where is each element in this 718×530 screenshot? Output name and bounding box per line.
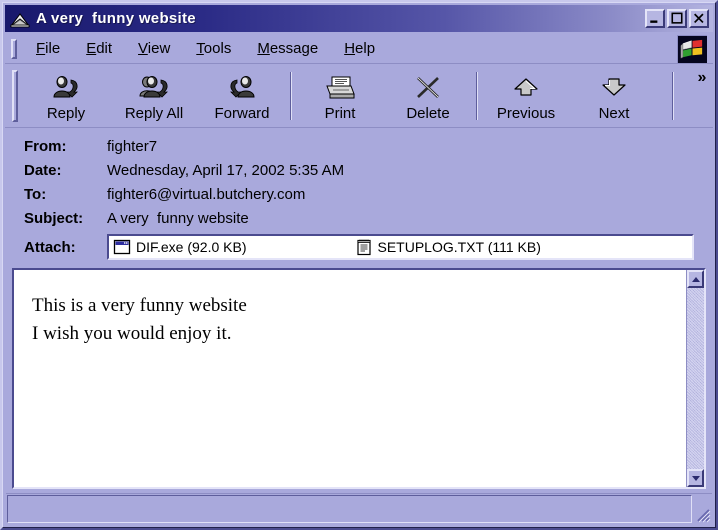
forward-icon	[224, 72, 260, 104]
windows-flag-icon[interactable]	[677, 34, 707, 63]
message-body-panel: This is a very funny website I wish you …	[12, 268, 706, 489]
to-label: To:	[24, 185, 47, 203]
attachment-name-1: DIF.exe (92.0 KB)	[136, 239, 247, 255]
message-body-text: This is a very funny website I wish you …	[14, 270, 686, 487]
scroll-up-arrow-icon	[691, 276, 700, 282]
next-button-label: Next	[598, 105, 630, 122]
application-window-icon	[113, 239, 131, 255]
attachment-item-setuplog-txt[interactable]: SETUPLOG.TXT (111 KB)	[351, 236, 541, 258]
next-button[interactable]: Next	[570, 65, 658, 127]
from-label: From:	[24, 137, 67, 155]
reply-all-button-label: Reply All	[124, 105, 184, 122]
print-button-label: Print	[324, 105, 356, 122]
to-value: fighter6@virtual.butchery.com	[107, 185, 306, 203]
header-row-to: To: fighter6@virtual.butchery.com	[3, 182, 715, 206]
from-value: fighter7	[107, 137, 158, 155]
outlook-express-message-window: A very funny website File Edit View Tool…	[0, 0, 718, 530]
attach-label: Attach:	[24, 238, 76, 256]
date-label: Date:	[24, 161, 62, 179]
forward-button-label: Forward	[214, 105, 270, 122]
reply-button-label: Reply	[46, 105, 86, 122]
window-title: A very funny website	[36, 10, 196, 27]
toolbar-drag-handle[interactable]	[12, 70, 18, 122]
status-text	[7, 495, 692, 523]
window-frame: A very funny website File Edit View Tool…	[0, 0, 718, 530]
reply-all-button[interactable]: Reply All	[110, 65, 198, 127]
window-inner: A very funny website File Edit View Tool…	[2, 2, 716, 528]
menu-item-message[interactable]: Message	[244, 37, 331, 60]
toolbar-separator-1	[290, 72, 292, 120]
delete-button-label: Delete	[406, 105, 450, 122]
header-row-subject: Subject: A very funny website	[3, 206, 715, 230]
window-controls	[645, 9, 709, 28]
printer-icon	[322, 72, 358, 104]
up-arrow-icon	[508, 72, 544, 104]
minimize-button[interactable]	[645, 9, 665, 28]
menubar-drag-handle[interactable]	[11, 38, 17, 59]
attachment-name-2: SETUPLOG.TXT (111 KB)	[377, 239, 541, 255]
reply-button[interactable]: Reply	[22, 65, 110, 127]
header-row-from: From: fighter7	[3, 134, 715, 158]
menu-item-tools[interactable]: Tools	[183, 37, 244, 60]
title-bar[interactable]: A very funny website	[5, 5, 713, 32]
previous-button-label: Previous	[496, 105, 556, 122]
forward-button[interactable]: Forward	[198, 65, 286, 127]
menu-item-view[interactable]: View	[125, 37, 183, 60]
message-header-panel: From: fighter7 Date: Wednesday, April 17…	[3, 128, 715, 266]
menu-bar: File Edit View Tools Message Help	[5, 34, 713, 64]
body-vertical-scrollbar[interactable]	[686, 270, 704, 487]
down-arrow-icon	[596, 72, 632, 104]
subject-value: A very funny website	[107, 209, 249, 227]
toolbar: Reply Reply All Forward Print Delete Pre…	[5, 65, 713, 128]
attachment-list[interactable]: DIF.exe (92.0 KB) SETUPLOG.TXT (111 KB)	[107, 234, 694, 260]
scroll-down-button[interactable]	[687, 469, 704, 487]
maximize-button[interactable]	[667, 9, 687, 28]
previous-button[interactable]: Previous	[482, 65, 570, 127]
status-bar	[6, 493, 712, 524]
toolbar-separator-3	[671, 72, 674, 120]
close-button[interactable]	[689, 9, 709, 28]
menu-item-edit[interactable]: Edit	[73, 37, 125, 60]
scroll-down-arrow-icon	[691, 475, 700, 481]
toolbar-overflow-button[interactable]: »	[691, 65, 713, 127]
date-value: Wednesday, April 17, 2002 5:35 AM	[107, 161, 345, 179]
envelope-icon	[10, 12, 30, 27]
subject-label: Subject:	[24, 209, 84, 227]
scroll-up-button[interactable]	[687, 270, 704, 288]
menu-item-help[interactable]: Help	[331, 37, 388, 60]
menu-item-file[interactable]: File	[23, 37, 73, 60]
toolbar-separator-2	[476, 72, 478, 120]
delete-x-icon	[410, 72, 446, 104]
reply-icon	[48, 72, 84, 104]
attachment-item-dif-exe[interactable]: DIF.exe (92.0 KB)	[109, 236, 247, 258]
notepad-text-icon	[356, 239, 371, 256]
delete-button[interactable]: Delete	[384, 65, 472, 127]
print-button[interactable]: Print	[296, 65, 384, 127]
header-row-date: Date: Wednesday, April 17, 2002 5:35 AM	[3, 158, 715, 182]
header-row-attach: Attach: DIF.exe (92.0 KB) SETUPLOG.TXT (…	[3, 232, 715, 262]
reply-all-icon	[136, 72, 172, 104]
resize-grip[interactable]	[693, 505, 711, 523]
